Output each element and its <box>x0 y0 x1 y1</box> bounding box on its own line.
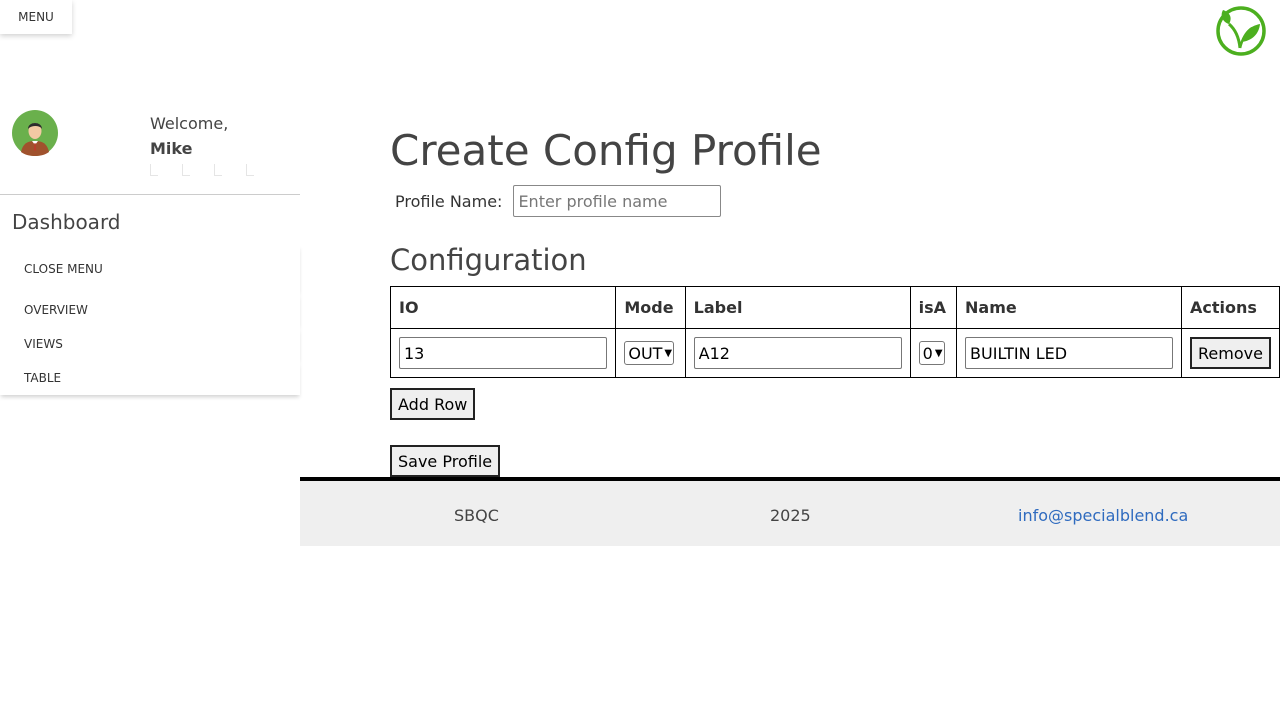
user-action-icon[interactable] <box>214 164 222 176</box>
leaf-logo-icon <box>1216 6 1266 56</box>
welcome-text: Welcome, <box>150 114 229 133</box>
footer: SBQC 2025 info@specialblend.ca <box>300 477 1280 546</box>
actions-cell: Remove <box>1181 328 1280 378</box>
menu-button[interactable]: MENU <box>0 0 72 34</box>
column-header-io: IO <box>389 286 617 329</box>
sidebar-item-overview[interactable]: OVERVIEW <box>0 293 300 327</box>
footer-org: SBQC <box>454 506 499 525</box>
user-name: Mike <box>150 139 193 158</box>
io-cell <box>389 328 617 378</box>
column-header-mode: Mode <box>615 286 686 329</box>
footer-year: 2025 <box>770 506 811 525</box>
isa-cell: 0 ▼ <box>909 328 958 378</box>
user-action-icon[interactable] <box>246 164 254 176</box>
isa-select[interactable]: 0 ▼ <box>918 341 945 365</box>
column-header-isa: isA <box>909 286 958 329</box>
column-header-label: Label <box>684 286 911 329</box>
configuration-title: Configuration <box>390 243 587 277</box>
add-row-button[interactable]: Add Row <box>390 388 476 420</box>
remove-row-button[interactable]: Remove <box>1190 337 1271 369</box>
name-cell <box>956 328 1183 378</box>
profile-name-row: Profile Name: <box>395 185 722 217</box>
user-avatar-icon <box>12 110 58 156</box>
close-menu-button[interactable]: CLOSE MENU <box>0 245 300 293</box>
mode-select-value: OUT <box>628 343 663 363</box>
column-header-name: Name <box>956 286 1183 329</box>
page-title: Create Config Profile <box>390 126 822 175</box>
mode-cell: OUT ▼ <box>615 328 686 378</box>
sidebar-item-views[interactable]: VIEWS <box>0 327 300 361</box>
name-input[interactable] <box>965 337 1174 369</box>
mode-select[interactable]: OUT ▼ <box>624 341 675 365</box>
table-row: OUT ▼ 0 ▼ Remove <box>389 328 1280 378</box>
chevron-down-icon: ▼ <box>934 347 943 359</box>
sidebar: Welcome, Mike Dashboard CLOSE MENU OVERV… <box>0 94 300 395</box>
isa-select-value: 0 <box>922 343 933 363</box>
welcome-message: Welcome, Mike <box>150 111 228 161</box>
user-action-icon[interactable] <box>182 164 190 176</box>
dashboard-title: Dashboard <box>12 210 121 234</box>
config-table: IO Mode Label isA Name Actions OUT ▼ <box>389 286 1280 378</box>
io-input[interactable] <box>399 337 607 369</box>
user-block: Welcome, Mike <box>0 94 300 194</box>
save-profile-button[interactable]: Save Profile <box>390 445 501 477</box>
profile-name-input[interactable] <box>513 185 722 217</box>
profile-name-label: Profile Name: <box>395 191 503 211</box>
column-header-actions: Actions <box>1181 286 1280 329</box>
footer-email-link[interactable]: info@specialblend.ca <box>1018 506 1188 525</box>
sidebar-item-table[interactable]: TABLE <box>0 361 300 395</box>
label-cell <box>684 328 911 378</box>
chevron-down-icon: ▼ <box>664 347 673 359</box>
table-header-row: IO Mode Label isA Name Actions <box>389 286 1280 329</box>
user-action-icon[interactable] <box>150 164 158 176</box>
user-actions <box>150 164 254 176</box>
label-input[interactable] <box>693 337 902 369</box>
